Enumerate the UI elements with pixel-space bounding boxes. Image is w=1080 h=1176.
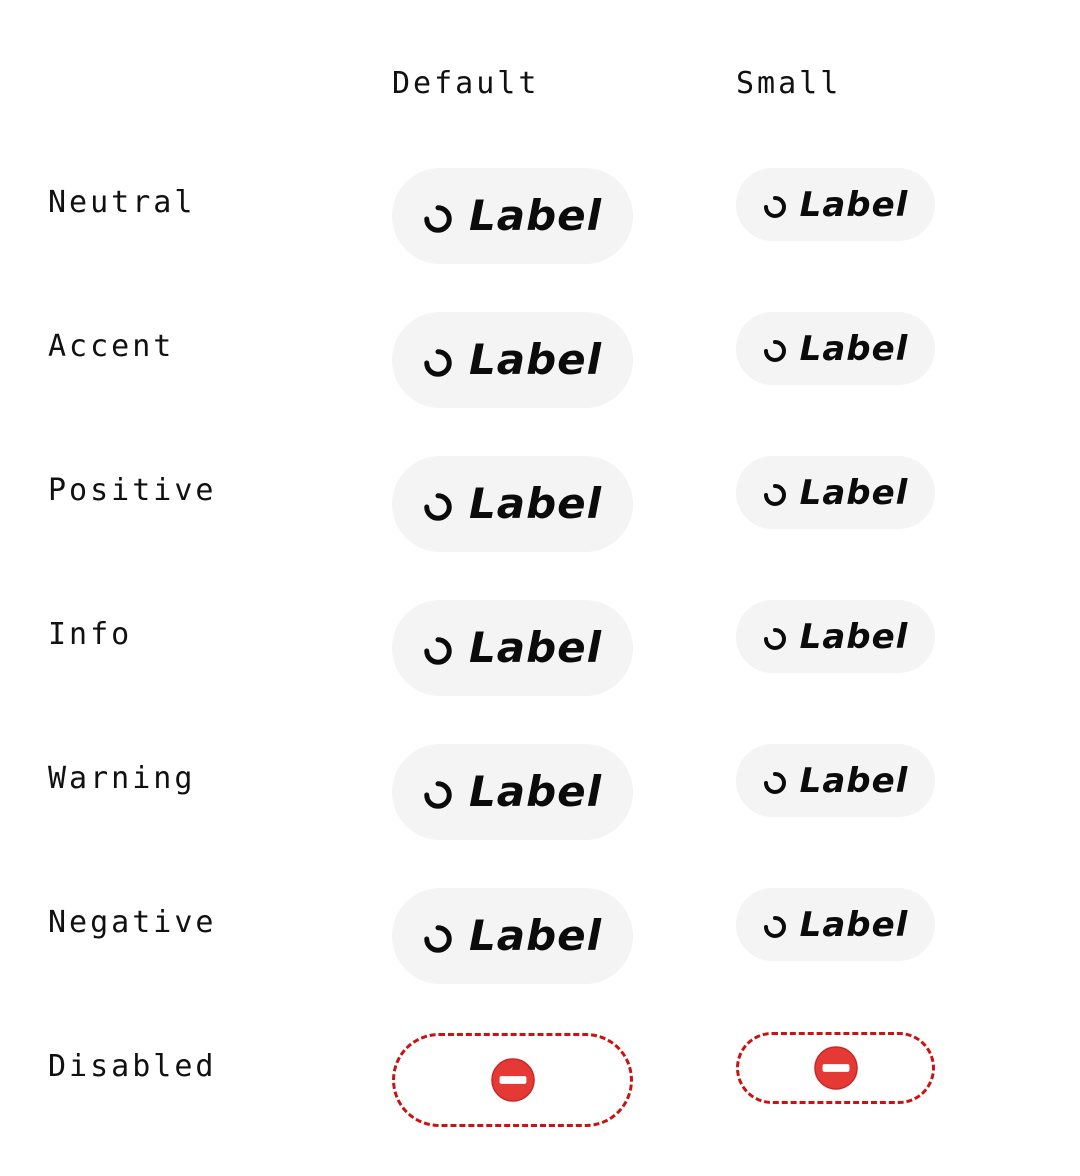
column-header-small: Small bbox=[736, 66, 842, 101]
no-entry-icon bbox=[490, 1058, 535, 1102]
button-label: Label bbox=[468, 767, 603, 816]
button-label: Label bbox=[468, 191, 603, 240]
button-label: Label bbox=[468, 479, 603, 528]
row-label-disabled: Disabled bbox=[48, 1049, 217, 1084]
info-small-button[interactable]: Label bbox=[736, 600, 935, 673]
neutral-small-button[interactable]: Label bbox=[736, 168, 935, 241]
row-label-info: Info bbox=[48, 617, 133, 652]
row-label-neutral: Neutral bbox=[48, 185, 196, 220]
spinner-icon bbox=[424, 781, 452, 809]
spinner-icon bbox=[763, 915, 786, 938]
spinner-icon bbox=[424, 925, 452, 953]
negative-small-button[interactable]: Label bbox=[736, 888, 935, 961]
disabled-small-button bbox=[736, 1032, 935, 1104]
positive-small-button[interactable]: Label bbox=[736, 456, 935, 529]
accent-small-button[interactable]: Label bbox=[736, 312, 935, 385]
no-entry-icon bbox=[813, 1046, 858, 1090]
spinner-icon bbox=[424, 637, 452, 665]
disabled-default-button bbox=[392, 1033, 633, 1127]
spinner-icon bbox=[763, 483, 786, 506]
warning-small-button[interactable]: Label bbox=[736, 744, 935, 817]
spinner-icon bbox=[424, 205, 452, 233]
button-label: Label bbox=[468, 335, 603, 384]
button-label: Label bbox=[468, 911, 603, 960]
button-label: Label bbox=[799, 616, 909, 657]
info-default-button[interactable]: Label bbox=[392, 600, 633, 696]
spinner-icon bbox=[424, 493, 452, 521]
button-label: Label bbox=[799, 904, 909, 945]
column-header-default: Default bbox=[392, 66, 540, 101]
spinner-icon bbox=[763, 627, 786, 650]
button-label: Label bbox=[799, 760, 909, 801]
row-label-accent: Accent bbox=[48, 329, 175, 364]
spinner-icon bbox=[763, 195, 786, 218]
warning-default-button[interactable]: Label bbox=[392, 744, 633, 840]
positive-default-button[interactable]: Label bbox=[392, 456, 633, 552]
button-label: Label bbox=[799, 328, 909, 369]
button-label: Label bbox=[799, 184, 909, 225]
spinner-icon bbox=[424, 349, 452, 377]
row-label-negative: Negative bbox=[48, 905, 217, 940]
spinner-icon bbox=[763, 771, 786, 794]
button-label: Label bbox=[799, 472, 909, 513]
accent-default-button[interactable]: Label bbox=[392, 312, 633, 408]
spinner-icon bbox=[763, 339, 786, 362]
row-label-positive: Positive bbox=[48, 473, 217, 508]
neutral-default-button[interactable]: Label bbox=[392, 168, 633, 264]
row-label-warning: Warning bbox=[48, 761, 196, 796]
button-label: Label bbox=[468, 623, 603, 672]
negative-default-button[interactable]: Label bbox=[392, 888, 633, 984]
